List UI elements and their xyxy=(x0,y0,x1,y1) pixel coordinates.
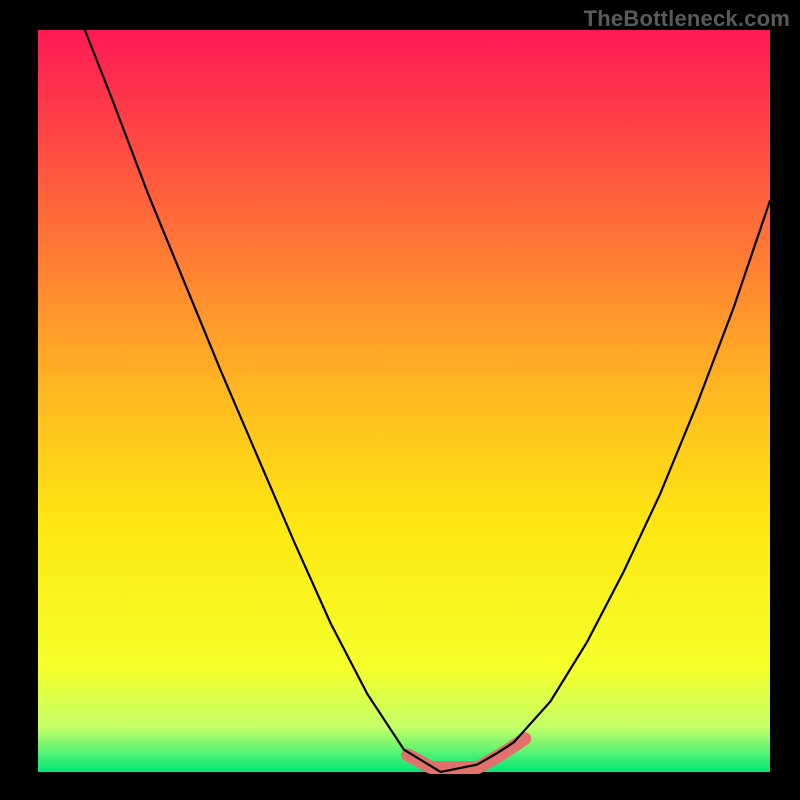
chart-container: TheBottleneck.com xyxy=(0,0,800,800)
bottleneck-curve-plot xyxy=(0,0,800,800)
watermark-text: TheBottleneck.com xyxy=(584,6,790,32)
plot-background xyxy=(38,30,770,772)
